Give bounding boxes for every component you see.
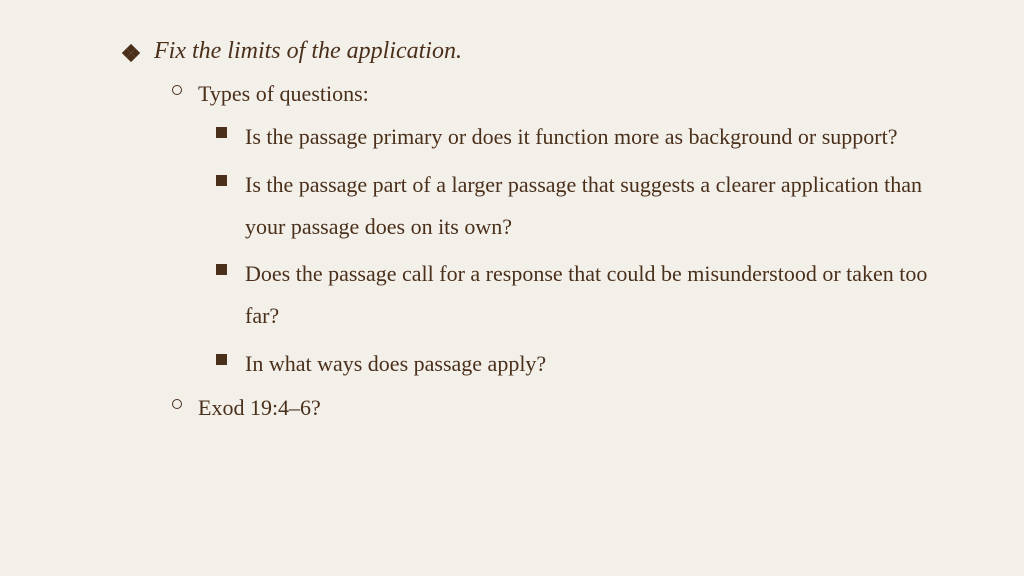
- heading-text: Fix the limits of the application.: [154, 38, 462, 65]
- square-bullet-icon: [216, 127, 227, 138]
- list-item: Does the passage call for a response tha…: [216, 253, 964, 337]
- list-item: Is the passage part of a larger passage …: [216, 164, 964, 248]
- list-item: Types of questions:: [172, 77, 964, 110]
- subpoint-types: Types of questions:: [172, 77, 964, 110]
- question-text: Does the passage call for a response tha…: [245, 253, 945, 337]
- circle-bullet-icon: [172, 85, 182, 95]
- subpoint-label: Types of questions:: [198, 77, 369, 110]
- question-text: Is the passage primary or does it functi…: [245, 116, 898, 158]
- square-bullet-icon: [216, 175, 227, 186]
- heading-row: Fix the limits of the application.: [120, 38, 964, 65]
- subpoint-reference: Exod 19:4–6?: [172, 391, 964, 424]
- slide: Fix the limits of the application. Types…: [0, 0, 1024, 576]
- list-item: In what ways does passage apply?: [216, 343, 964, 385]
- diamond-bullet-icon: [120, 42, 142, 64]
- question-text: In what ways does passage apply?: [245, 343, 546, 385]
- list-item: Is the passage primary or does it functi…: [216, 116, 964, 158]
- questions-list: Is the passage primary or does it functi…: [216, 116, 964, 385]
- question-text: Is the passage part of a larger passage …: [245, 164, 945, 248]
- list-item: Exod 19:4–6?: [172, 391, 964, 424]
- reference-text: Exod 19:4–6?: [198, 391, 321, 424]
- square-bullet-icon: [216, 354, 227, 365]
- circle-bullet-icon: [172, 399, 182, 409]
- square-bullet-icon: [216, 264, 227, 275]
